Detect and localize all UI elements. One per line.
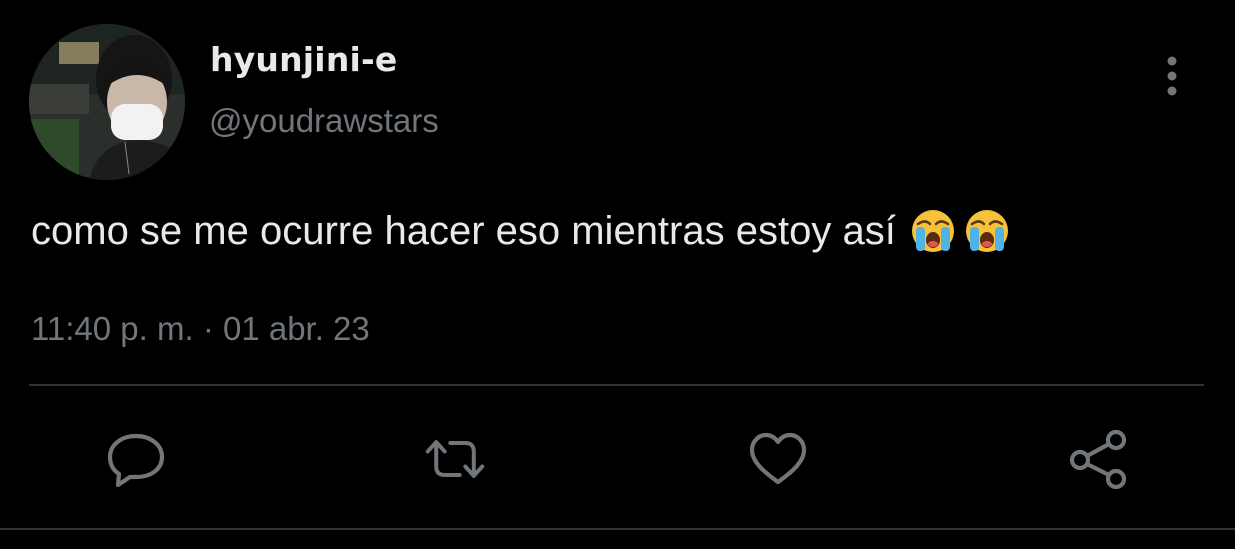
retweet-icon [425, 440, 485, 478]
tweet-text: como se me ocurre hacer eso mientras est… [31, 208, 1010, 254]
user-handle[interactable]: @youdrawstars [209, 102, 439, 140]
avatar[interactable] [29, 24, 185, 180]
bottom-divider [0, 528, 1235, 530]
reply-icon [107, 433, 165, 488]
reply-button[interactable] [105, 428, 167, 490]
share-icon [1069, 429, 1127, 489]
tweet-text-content: como se me ocurre hacer eso mientras est… [31, 208, 896, 253]
divider [29, 384, 1204, 386]
share-button[interactable] [1068, 428, 1130, 490]
avatar-image [29, 24, 185, 180]
like-button[interactable] [747, 428, 809, 490]
retweet-button[interactable] [424, 428, 486, 490]
display-name[interactable]: hyunjini-e [210, 40, 398, 79]
more-options-button[interactable] [1150, 52, 1194, 100]
tweet-card: hyunjini-e @youdrawstars como se me ocur… [0, 0, 1235, 549]
more-vertical-icon [1167, 56, 1177, 96]
tweet-timestamp[interactable]: 11:40 p. m. · 01 abr. 23 [31, 310, 370, 348]
heart-icon [749, 432, 807, 485]
loudly-crying-face-icon [965, 210, 1008, 252]
loudly-crying-face-icon [911, 210, 954, 252]
